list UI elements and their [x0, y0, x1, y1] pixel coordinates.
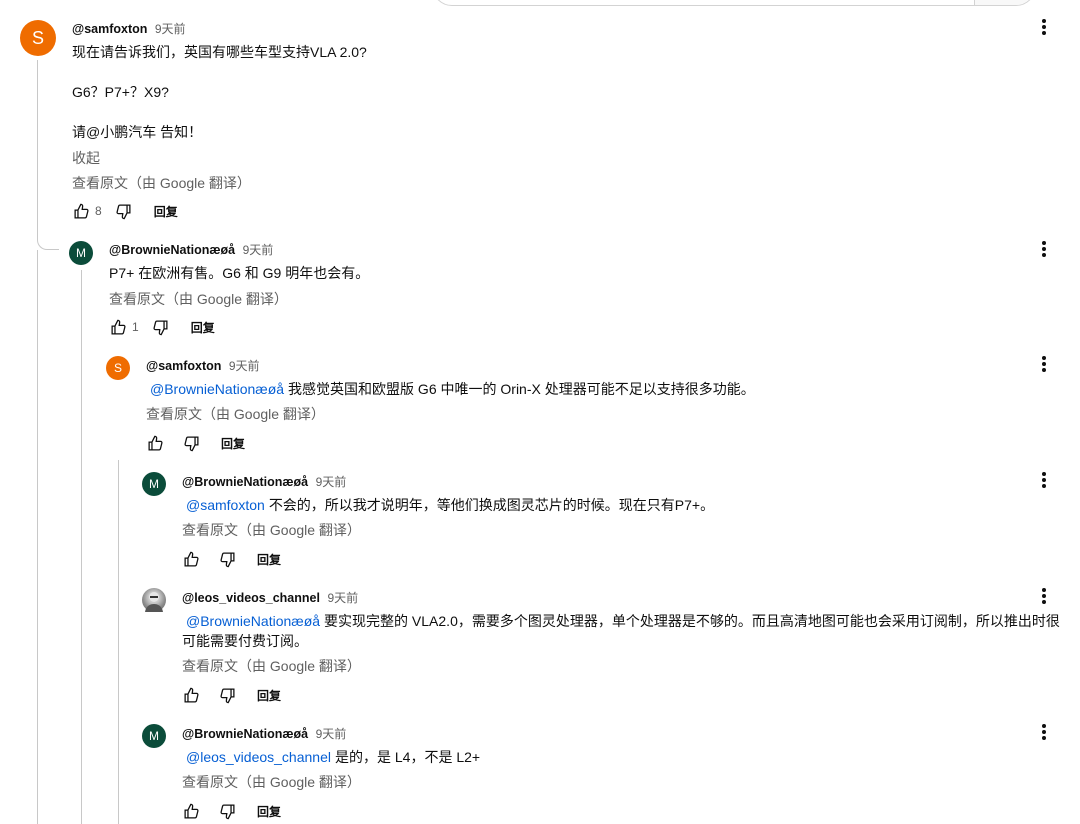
avatar[interactable]: M [142, 472, 166, 496]
more-options-button[interactable] [1032, 352, 1056, 376]
like-count: 8 [95, 204, 102, 218]
thread-line-nested [81, 270, 82, 824]
comment-header: @samfoxton 9天前 [146, 357, 260, 374]
comment-text: 现在请告诉我们，英国有哪些车型支持VLA 2.0? G6？P7+？X9? 请@小… [72, 42, 972, 142]
more-vert-icon [1042, 356, 1046, 372]
mention-link[interactable]: @BrownieNationæøå [150, 381, 284, 397]
comment-actions: 8 回复 [69, 199, 178, 223]
more-vert-icon [1042, 588, 1046, 604]
avatar[interactable]: M [69, 241, 93, 265]
comment-header: @samfoxton 9天前 [72, 20, 186, 37]
more-options-button[interactable] [1032, 237, 1056, 261]
thread-line-main-lower [37, 250, 38, 824]
author-name[interactable]: @samfoxton [72, 22, 147, 36]
comment-text: @leos_videos_channel 是的，是 L4，不是 L2+ [182, 747, 1052, 767]
comment-text: P7+ 在欧洲有售。G6 和 G9 明年也会有。 [109, 265, 370, 281]
thumb-down-icon[interactable] [215, 683, 239, 707]
avatar[interactable]: M [142, 724, 166, 748]
comment-body: 我感觉英国和欧盟版 G6 中唯一的 Orin-X 处理器可能不足以支持很多功能。 [288, 381, 755, 397]
author-name[interactable]: @BrownieNationæøå [182, 727, 308, 741]
thumb-up-icon[interactable] [179, 799, 203, 823]
author-name[interactable]: @BrownieNationæøå [182, 475, 308, 489]
see-original-link[interactable]: 查看原文（由 Google 翻译） [109, 289, 288, 309]
see-original-link[interactable]: 查看原文（由 Google 翻译） [182, 656, 361, 676]
thumb-down-icon[interactable] [149, 315, 173, 339]
timestamp[interactable]: 9天前 [316, 727, 347, 741]
reply-button[interactable]: 回复 [191, 319, 215, 336]
timestamp[interactable]: 9天前 [155, 22, 186, 36]
mention-link[interactable]: @BrownieNationæøå [186, 613, 320, 629]
thumb-up-icon[interactable] [179, 683, 203, 707]
comment-body: 是的，是 L4，不是 L2+ [334, 749, 481, 765]
comment-actions: 回复 [143, 431, 245, 455]
thread-line-main [37, 60, 38, 240]
thumb-down-icon[interactable] [179, 431, 203, 455]
more-vert-icon [1042, 472, 1046, 488]
timestamp[interactable]: 9天前 [327, 591, 358, 605]
author-name[interactable]: @BrownieNationæøå [109, 243, 235, 257]
thumb-down-icon[interactable] [112, 199, 136, 223]
more-vert-icon [1042, 241, 1046, 257]
reply-button[interactable]: 回复 [257, 687, 281, 704]
comment-header: @BrownieNationæøå 9天前 [182, 473, 346, 490]
reply-button[interactable]: 回复 [154, 203, 178, 220]
thumb-down-icon[interactable] [215, 799, 239, 823]
more-vert-icon [1042, 19, 1046, 35]
comment-actions: 回复 [179, 547, 281, 571]
more-options-button[interactable] [1032, 15, 1056, 39]
comment-line-1: 现在请告诉我们，英国有哪些车型支持VLA 2.0? [72, 44, 367, 60]
avatar[interactable]: S [106, 356, 130, 380]
comment-actions: 回复 [179, 683, 281, 707]
comment-header: @leos_videos_channel 9天前 [182, 589, 358, 606]
reply-button[interactable]: 回复 [257, 551, 281, 568]
comment-text: @BrownieNationæøå 我感觉英国和欧盟版 G6 中唯一的 Orin-… [146, 379, 1046, 399]
thumb-down-icon[interactable] [215, 547, 239, 571]
author-name[interactable]: @samfoxton [146, 359, 221, 373]
comment-actions: 1 回复 [106, 315, 215, 339]
thumb-up-icon[interactable] [179, 547, 203, 571]
thread-curve-1 [37, 232, 59, 250]
collapse-link[interactable]: 收起 [72, 148, 100, 168]
comment-line-3: 请@小鹏汽车 告知！ [72, 124, 203, 140]
search-button[interactable] [975, 0, 1035, 5]
more-options-button[interactable] [1032, 584, 1056, 608]
like-count: 1 [132, 320, 139, 334]
person-photo-icon [145, 592, 163, 612]
comment-header: @BrownieNationæøå 9天前 [182, 725, 346, 742]
timestamp[interactable]: 9天前 [316, 475, 347, 489]
see-original-link[interactable]: 查看原文（由 Google 翻译） [182, 772, 361, 792]
reply-button[interactable]: 回复 [221, 435, 245, 452]
search-bar[interactable] [432, 0, 1036, 6]
avatar[interactable]: S [20, 20, 56, 56]
comment-header: @BrownieNationæøå 9天前 [109, 241, 273, 258]
thumb-up-icon[interactable] [143, 431, 167, 455]
comment-line-2: G6？P7+？X9? [72, 84, 169, 100]
more-vert-icon [1042, 724, 1046, 740]
more-options-button[interactable] [1032, 720, 1056, 744]
avatar[interactable] [142, 588, 166, 612]
timestamp[interactable]: 9天前 [243, 243, 274, 257]
thumb-up-icon[interactable] [69, 199, 93, 223]
comment-actions: 回复 [179, 799, 281, 823]
comment-text: @BrownieNationæøå 要实现完整的 VLA2.0，需要多个图灵处理器… [182, 611, 1062, 651]
thread-line-deep [118, 460, 119, 824]
more-options-button[interactable] [1032, 468, 1056, 492]
see-original-link[interactable]: 查看原文（由 Google 翻译） [182, 520, 361, 540]
see-original-link[interactable]: 查看原文（由 Google 翻译） [72, 173, 251, 193]
mention-link[interactable]: @samfoxton [186, 497, 265, 513]
comment-body: 不会的，所以我才说明年，等他们换成图灵芯片的时候。现在只有P7+。 [268, 497, 715, 513]
reply-button[interactable]: 回复 [257, 803, 281, 820]
author-name[interactable]: @leos_videos_channel [182, 591, 320, 605]
comment-text: @samfoxton 不会的，所以我才说明年，等他们换成图灵芯片的时候。现在只有P… [182, 495, 1052, 515]
timestamp[interactable]: 9天前 [229, 359, 260, 373]
see-original-link[interactable]: 查看原文（由 Google 翻译） [146, 404, 325, 424]
mention-link[interactable]: @leos_videos_channel [186, 749, 331, 765]
thumb-up-icon[interactable] [106, 315, 130, 339]
